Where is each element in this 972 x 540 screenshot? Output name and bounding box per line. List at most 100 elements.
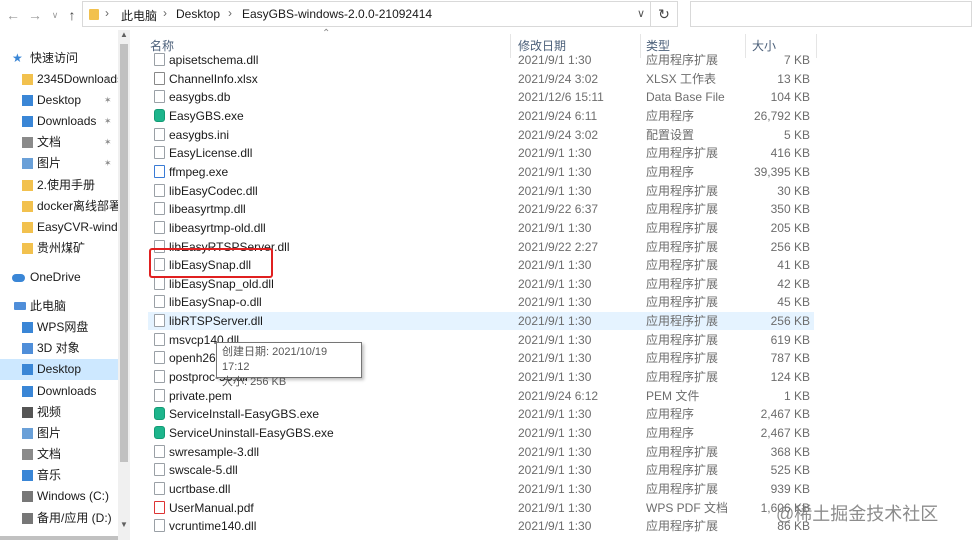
nav-pc-item[interactable]: Desktop — [0, 359, 118, 380]
computer-icon — [14, 302, 26, 310]
file-type: Data Base File — [646, 90, 725, 105]
videos-icon — [22, 407, 33, 418]
file-row[interactable]: libeasyrtmp.dll 2021/9/22 6:37 应用程序扩展 350 K… — [148, 200, 814, 218]
file-row[interactable]: EasyLicense.dll 2021/9/1 1:30 应用程序扩展 416 KB — [148, 144, 814, 162]
file-row[interactable]: ServiceInstall-EasyGBS.exe 2021/9/1 1:30 应… — [148, 405, 814, 423]
file-size: 619 KB — [770, 332, 810, 347]
scrollbar-thumb[interactable] — [120, 44, 128, 462]
file-row[interactable]: UserManual.pdf 2021/9/1 1:30 WPS PDF 文档 1,6… — [148, 499, 814, 517]
scroll-up-icon[interactable]: ▲ — [118, 30, 130, 39]
pin-icon: ✶ — [104, 158, 112, 168]
file-modified-date: 2021/9/1 1:30 — [518, 276, 592, 291]
address-bar[interactable]: › 此电脑 › Desktop › EasyGBS-windows-2.0.0-… — [82, 1, 678, 27]
column-divider[interactable] — [816, 34, 817, 58]
address-dropdown-chevron-icon[interactable]: ∨ — [637, 7, 645, 20]
nav-pc-item[interactable]: 文档 — [0, 444, 118, 465]
file-row[interactable]: ServiceUninstall-EasyGBS.exe 2021/9/1 1:3… — [148, 424, 814, 442]
back-arrow-icon[interactable]: ← — [4, 5, 22, 25]
file-size: 39,395 KB — [753, 164, 810, 179]
watermark: @稀土掘金技术社区 — [776, 504, 939, 524]
file-row[interactable]: apisetschema.dll 2021/9/1 1:30 应用程序扩展 7 KB — [148, 51, 814, 69]
tooltip-created-date: 创建日期: 2021/10/19 17:12 — [222, 346, 328, 373]
nav-label: OneDrive — [30, 270, 81, 284]
nav-pc-item[interactable]: 3D 对象 — [0, 338, 118, 359]
nav-quick-item[interactable]: docker离线部署 — [0, 196, 118, 217]
dll-file-icon — [154, 276, 165, 290]
file-row[interactable]: libEasyCodec.dll 2021/9/1 1:30 应用程序扩展 30 KB — [148, 182, 814, 200]
file-row[interactable]: ChannelInfo.xlsx 2021/9/24 3:02 XLSX 工作表 13… — [148, 70, 814, 88]
nav-quick-item[interactable]: Desktop ✶ — [0, 90, 118, 111]
file-row[interactable]: EasyGBS.exe 2021/9/24 6:11 应用程序 26,792 KB — [148, 107, 814, 125]
file-modified-date: 2021/9/22 6:37 — [518, 202, 599, 217]
file-size: 104 KB — [770, 90, 810, 105]
documents-icon — [22, 449, 33, 460]
dll-file-icon — [154, 183, 165, 197]
file-type: 应用程序扩展 — [646, 481, 719, 496]
up-arrow-icon[interactable]: ↑ — [63, 5, 81, 25]
file-size: 350 KB — [770, 202, 810, 217]
nav-pc-item[interactable]: 图片 — [0, 423, 118, 444]
refresh-icon[interactable]: ↻ — [650, 2, 677, 26]
file-size: 787 KB — [770, 351, 810, 366]
nav-pc-item[interactable]: 音乐 — [0, 465, 118, 486]
breadcrumb-current-folder[interactable]: EasyGBS-windows-2.0.0-21092414 — [242, 7, 432, 21]
address-toolbar: ← → ∨ ↑ › 此电脑 › Desktop › EasyGBS-window… — [0, 0, 972, 30]
dll-file-icon — [154, 481, 165, 495]
file-size: 256 KB — [770, 239, 810, 254]
breadcrumb-separator: › — [228, 6, 232, 20]
nav-quick-item[interactable]: EasyCVR-windows — [0, 217, 118, 238]
file-name: libRTSPServer.dll — [169, 314, 263, 329]
breadcrumb-this-pc[interactable]: 此电脑 — [121, 7, 157, 24]
file-name: ServiceInstall-EasyGBS.exe — [169, 407, 320, 422]
file-row[interactable]: libEasySnap-o.dll 2021/9/1 1:30 应用程序扩展 45 K… — [148, 293, 814, 311]
drive-icon — [22, 513, 33, 524]
file-row[interactable]: easygbs.ini 2021/9/24 3:02 配置设置 5 KB — [148, 126, 814, 144]
search-input[interactable] — [690, 1, 972, 27]
breadcrumb-desktop[interactable]: Desktop — [176, 7, 220, 21]
file-row[interactable]: libRTSPServer.dll 2021/9/1 1:30 应用程序扩展 256 … — [148, 312, 814, 331]
nav-onedrive[interactable]: OneDrive — [0, 267, 118, 288]
nav-scrollbar[interactable]: ▲ ▼ — [118, 30, 130, 540]
sort-ascending-icon: ⌃ — [322, 28, 331, 39]
nav-pc-item[interactable]: 视频 — [0, 402, 118, 423]
nav-this-pc[interactable]: 此电脑 — [0, 296, 118, 317]
pin-icon: ✶ — [104, 74, 112, 84]
nav-quick-item[interactable]: Downloads ✶ — [0, 111, 118, 132]
file-type: 应用程序扩展 — [646, 295, 719, 310]
folder-icon — [22, 222, 33, 233]
recent-locations-chevron-icon[interactable]: ∨ — [46, 5, 64, 25]
horizontal-scrollbar[interactable] — [0, 536, 118, 540]
file-name: easygbs.ini — [169, 127, 230, 142]
file-size: 525 KB — [770, 463, 810, 478]
forward-arrow-icon[interactable]: → — [26, 5, 44, 25]
nav-quick-item[interactable]: 文档 ✶ — [0, 132, 118, 153]
nav-quick-item[interactable]: 2.使用手册 — [0, 175, 118, 196]
nav-quick-item[interactable]: 贵州煤矿 — [0, 238, 118, 259]
nav-pc-item[interactable]: Windows (C:) — [0, 486, 118, 507]
nav-pc-item[interactable]: WPS网盘 — [0, 317, 118, 338]
file-size: 256 KB — [770, 314, 810, 329]
file-size: 45 KB — [777, 295, 810, 310]
file-modified-date: 2021/9/1 1:30 — [518, 314, 592, 329]
file-row[interactable]: swscale-5.dll 2021/9/1 1:30 应用程序扩展 525 KB — [148, 461, 814, 479]
nav-label: 图片 — [37, 156, 62, 170]
file-row[interactable]: swresample-3.dll 2021/9/1 1:30 应用程序扩展 368 K… — [148, 443, 814, 461]
file-type: 应用程序扩展 — [646, 370, 719, 385]
nav-quick-access[interactable]: ★ 快速访问 — [0, 48, 118, 69]
scroll-down-icon[interactable]: ▼ — [118, 520, 130, 529]
file-row[interactable]: ucrtbase.dll 2021/9/1 1:30 应用程序扩展 939 KB — [148, 480, 814, 498]
file-row[interactable]: ffmpeg.exe 2021/9/1 1:30 应用程序 39,395 KB — [148, 163, 814, 181]
nav-label: docker离线部署 — [37, 199, 118, 213]
file-icon — [154, 127, 165, 141]
nav-quick-item[interactable]: 图片 ✶ — [0, 153, 118, 174]
exe-file-icon — [154, 426, 165, 439]
file-name: vcruntime140.dll — [169, 519, 257, 534]
file-name: EasyLicense.dll — [169, 146, 253, 161]
nav-quick-item[interactable]: 2345Downloads ✶ — [0, 69, 118, 90]
file-row[interactable]: easygbs.db 2021/12/6 15:11 Data Base File 1… — [148, 88, 814, 106]
nav-pc-item[interactable]: 备用/应用 (D:) — [0, 508, 118, 529]
nav-pc-item[interactable]: Downloads — [0, 381, 118, 402]
file-row[interactable]: vcruntime140.dll 2021/9/1 1:30 应用程序扩展 86 KB — [148, 517, 814, 535]
file-row[interactable]: libeasyrtmp-old.dll 2021/9/1 1:30 应用程序扩展 20… — [148, 219, 814, 237]
folder-icon — [22, 180, 33, 191]
